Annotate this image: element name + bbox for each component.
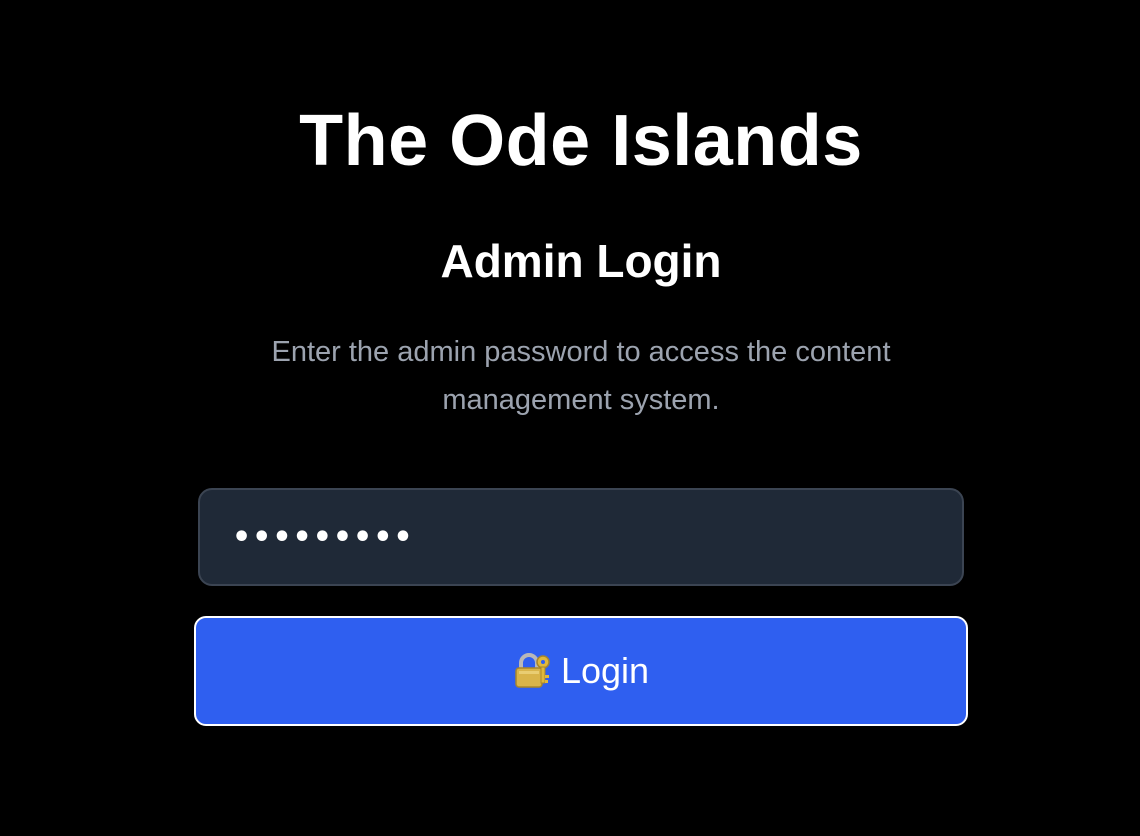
login-description: Enter the admin password to access the c… [271,336,891,416]
locked-with-key-icon [513,653,551,689]
login-button[interactable]: Login [194,616,968,726]
page: The Ode Islands Admin Login Enter the ad… [0,0,1140,836]
password-masked-value: ••••••••• [232,519,414,555]
login-button-label: Login [560,650,650,691]
login-panel: The Ode Islands Admin Login Enter the ad… [194,0,968,726]
page-title: Admin Login [440,235,722,287]
site-title: The Ode Islands [299,101,863,181]
password-field[interactable]: ••••••••• [198,488,964,586]
